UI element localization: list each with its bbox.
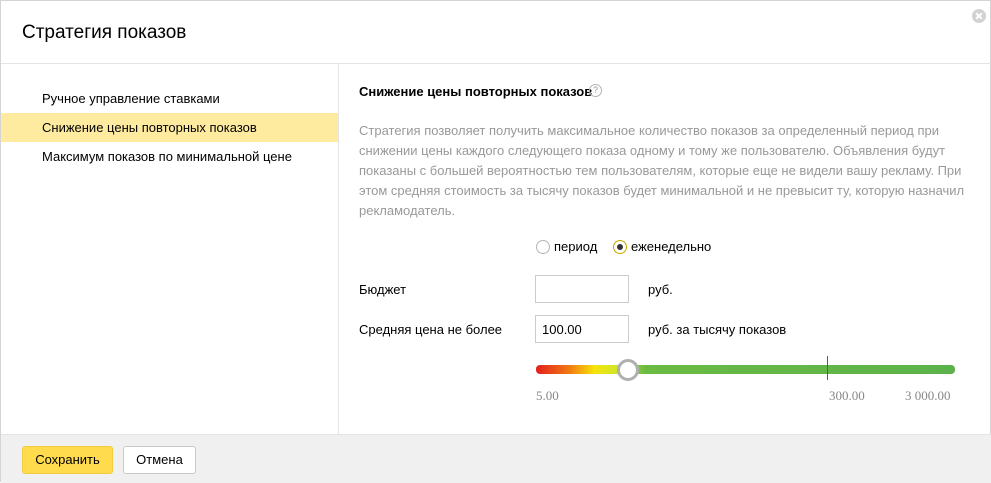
save-button[interactable]: Сохранить bbox=[22, 446, 113, 474]
price-slider-track[interactable] bbox=[536, 365, 955, 374]
strategy-sidebar: Ручное управление ставками Снижение цены… bbox=[1, 64, 339, 434]
radio-circle[interactable] bbox=[613, 240, 627, 254]
sidebar-item-max-impressions[interactable]: Максимум показов по минимальной цене bbox=[1, 142, 338, 171]
cancel-button[interactable]: Отмена bbox=[123, 446, 196, 474]
slider-mark-label: 300.00 bbox=[829, 388, 865, 403]
avg-price-unit: руб. за тысячу показов bbox=[648, 322, 787, 337]
budget-unit: руб. bbox=[648, 282, 673, 297]
dialog-footer: Сохранить Отмена bbox=[1, 434, 991, 483]
slider-mark bbox=[827, 356, 828, 380]
budget-input[interactable] bbox=[535, 275, 629, 303]
avg-price-input[interactable] bbox=[535, 315, 629, 343]
avg-price-label: Средняя цена не более bbox=[359, 322, 503, 337]
slider-max-label: 3 000.00 bbox=[905, 388, 951, 403]
sidebar-item-manual-bids[interactable]: Ручное управление ставками bbox=[1, 84, 338, 113]
sidebar-item-repeat-price-reduction[interactable]: Снижение цены повторных показов bbox=[1, 113, 338, 142]
section-title: Снижение цены повторных показов bbox=[359, 84, 593, 99]
radio-label: период bbox=[554, 239, 598, 254]
dialog-title: Стратегия показов bbox=[22, 22, 187, 43]
slider-min-label: 5.00 bbox=[536, 388, 559, 403]
budget-label: Бюджет bbox=[359, 282, 407, 297]
close-icon[interactable] bbox=[972, 9, 986, 23]
price-slider-handle[interactable] bbox=[617, 359, 639, 381]
radio-circle[interactable] bbox=[536, 240, 550, 254]
radio-label: еженедельно bbox=[631, 239, 712, 254]
strategy-content: Снижение цены повторных показов ? Страте… bbox=[340, 64, 991, 434]
strategy-description: Стратегия позволяет получить максимально… bbox=[359, 123, 965, 218]
help-icon[interactable]: ? bbox=[589, 84, 602, 97]
strategy-dialog: Стратегия показов Ручное управление став… bbox=[0, 0, 991, 483]
